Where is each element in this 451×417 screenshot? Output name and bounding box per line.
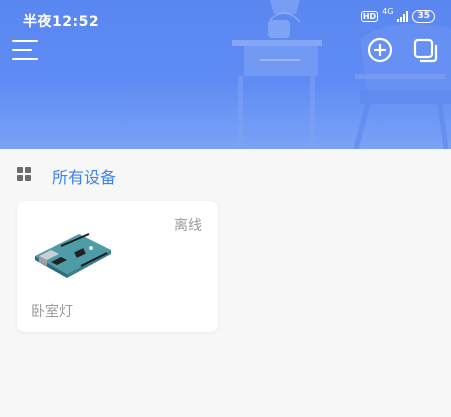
device-name: 卧室灯 [31, 304, 73, 320]
section-header: 所有设备 [0, 158, 451, 192]
status-bar: 半夜12:52 HD 4G 35 [23, 7, 435, 30]
copy-squares-icon[interactable] [413, 38, 439, 64]
section-title: 所有设备 [52, 168, 117, 187]
hamburger-menu-icon[interactable] [12, 38, 38, 62]
hd-badge: HD [360, 11, 379, 22]
device-status: 离线 [174, 218, 202, 234]
device-card[interactable]: 离线 卧室灯 [17, 201, 218, 332]
signal-icon [397, 11, 409, 22]
status-indicators: HD 4G 35 [360, 7, 435, 23]
status-time: 半夜12:52 [23, 14, 100, 30]
grid-icon [17, 167, 31, 181]
header-banner: 半夜12:52 HD 4G 35 [0, 0, 451, 149]
plus-circle-icon[interactable] [367, 37, 393, 63]
arduino-board-image [35, 233, 111, 278]
battery-indicator: 35 [412, 10, 435, 23]
network-type: 4G [382, 7, 394, 16]
